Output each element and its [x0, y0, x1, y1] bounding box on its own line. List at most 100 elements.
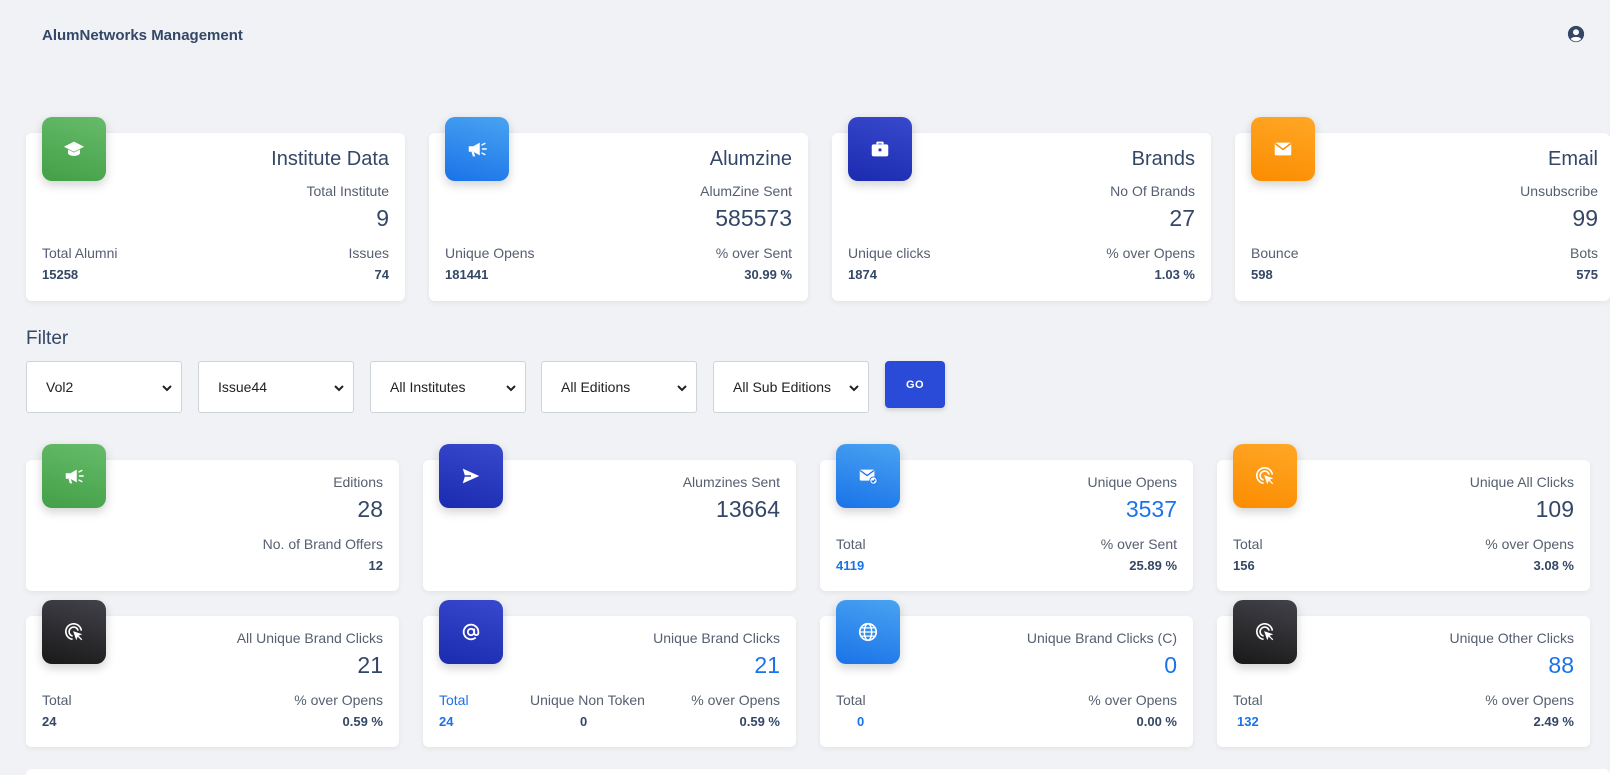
card-right-value: 3.08 % — [1533, 558, 1574, 573]
globe-icon — [858, 622, 878, 642]
unique-brand-clicks-c-icon-box — [836, 600, 900, 664]
megaphone-icon — [468, 142, 487, 157]
card-left-value[interactable]: 4119 — [836, 558, 864, 573]
card-left-value[interactable]: 0 — [857, 714, 864, 729]
card-right-label: % over Opens — [1088, 692, 1177, 708]
card-main-label: Editions — [333, 474, 383, 490]
card-main-label: Unique Opens — [1087, 474, 1177, 490]
unique-brand-clicks-icon-box — [439, 600, 503, 664]
card-left-label: Unique Opens — [445, 245, 535, 261]
email-icon-box — [1251, 117, 1315, 181]
card-left-label: Total — [42, 692, 72, 708]
card-mid-label: Unique Non Token — [530, 692, 645, 708]
cursor-click-icon — [64, 622, 83, 641]
edition-select[interactable]: All Editions — [541, 361, 697, 413]
user-circle-icon[interactable] — [1567, 25, 1585, 43]
card-title: Institute Data — [271, 148, 389, 170]
chevron-down-icon — [506, 385, 516, 392]
card-main-label: Unique All Clicks — [1469, 474, 1574, 490]
brands-icon-box — [848, 117, 912, 181]
card-main-value: 13664 — [716, 496, 780, 522]
chevron-down-icon — [677, 385, 687, 392]
card-main-label: Unsubscribe — [1520, 183, 1598, 199]
card-main-label: Alumzines Sent — [682, 474, 780, 490]
card-left-label[interactable]: Total — [439, 692, 469, 708]
institute-select[interactable]: All Institutes — [370, 361, 526, 413]
sub-edition-select[interactable]: All Sub Editions — [713, 361, 869, 413]
issue-select[interactable]: Issue44 — [198, 361, 354, 413]
go-button[interactable]: GO — [885, 361, 945, 408]
card-left-label: Total — [1233, 536, 1263, 552]
unique-opens-icon-box — [836, 444, 900, 508]
briefcase-icon — [871, 141, 889, 157]
card-right-label: % over Sent — [1100, 536, 1177, 552]
issue-select-value: Issue44 — [218, 379, 268, 395]
card-right-label: Issues — [348, 245, 389, 261]
card-right-value: 2.49 % — [1533, 714, 1574, 729]
app-title[interactable]: AlumNetworks Management — [42, 27, 243, 44]
card-sub-label: No. of Brand Offers — [262, 536, 383, 552]
card-left-label: Total — [1233, 692, 1263, 708]
card-right-value: 0.59 % — [342, 714, 383, 729]
card-left-value[interactable]: 132 — [1237, 714, 1259, 729]
card-main-value[interactable]: 21 — [754, 652, 780, 679]
institute-icon-box — [42, 117, 106, 181]
envelope-check-icon — [859, 469, 878, 485]
cursor-click-icon — [1255, 466, 1274, 485]
card-main-value: 99 — [1572, 205, 1598, 231]
card-left-value: 24 — [42, 714, 57, 729]
alumzines-sent-icon-box — [439, 444, 503, 508]
at-sign-icon — [462, 623, 480, 641]
card-sub-value: 12 — [368, 558, 383, 573]
card-right-label: % over Opens — [1106, 245, 1195, 261]
chevron-down-icon — [849, 385, 859, 392]
next-card-edge — [26, 769, 1610, 775]
unique-other-clicks-icon-box — [1233, 600, 1297, 664]
card-right-value: 0.59 % — [739, 714, 780, 729]
cursor-click-icon — [1255, 622, 1274, 641]
card-main-label: All Unique Brand Clicks — [236, 630, 383, 646]
card-right-value: 1.03 % — [1154, 267, 1195, 282]
card-right-label: % over Opens — [691, 692, 780, 708]
card-main-value[interactable]: 0 — [1164, 652, 1177, 679]
sub-edition-select-value: All Sub Editions — [733, 379, 832, 395]
volume-select-value: Vol2 — [46, 379, 74, 395]
card-main-value: 109 — [1535, 496, 1574, 522]
envelope-icon — [1274, 142, 1292, 156]
card-right-label: Bots — [1569, 245, 1598, 261]
card-main-value: 9 — [376, 205, 389, 231]
card-main-value[interactable]: 3537 — [1126, 496, 1177, 523]
card-left-label: Total Alumni — [42, 245, 118, 261]
card-left-value: 1874 — [848, 267, 877, 282]
chevron-down-icon — [162, 385, 172, 392]
paper-plane-icon — [462, 468, 480, 484]
filter-title: Filter — [26, 328, 69, 349]
card-main-value: 21 — [357, 652, 383, 678]
card-title: Alumzine — [709, 148, 792, 170]
card-main-label: Unique Other Clicks — [1449, 630, 1575, 646]
card-title: Brands — [1131, 148, 1195, 170]
card-main-value: 27 — [1169, 205, 1195, 231]
volume-select[interactable]: Vol2 — [26, 361, 182, 413]
card-right-label: % over Opens — [294, 692, 383, 708]
card-mid-value: 0 — [580, 714, 588, 729]
card-main-value[interactable]: 88 — [1548, 652, 1574, 679]
all-unique-brand-clicks-icon-box — [42, 600, 106, 664]
card-main-value: 585573 — [715, 205, 792, 231]
card-main-label: Total Institute — [306, 183, 390, 199]
card-main-label: No Of Brands — [1110, 183, 1195, 199]
card-right-label: % over Sent — [715, 245, 792, 261]
card-main-label: Unique Brand Clicks — [653, 630, 780, 646]
card-left-label: Total — [836, 692, 866, 708]
chevron-down-icon — [334, 385, 344, 392]
card-left-value[interactable]: 24 — [439, 714, 453, 729]
megaphone-icon — [65, 469, 84, 484]
card-right-value: 575 — [1576, 267, 1598, 282]
card-right-value: 30.99 % — [744, 267, 792, 282]
editions-icon-box — [42, 444, 106, 508]
institute-select-value: All Institutes — [390, 379, 466, 395]
card-main-value: 28 — [357, 496, 383, 522]
graduation-cap-icon — [63, 141, 85, 156]
card-right-label: % over Opens — [1485, 692, 1574, 708]
card-main-label: Unique Brand Clicks (C) — [1026, 630, 1177, 646]
